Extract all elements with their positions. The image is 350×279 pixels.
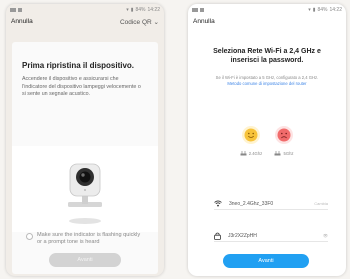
band-2-4ghz-label: 2.4Ghz (248, 151, 263, 156)
show-password-icon[interactable]: 👁 (323, 233, 328, 238)
notification-icon (192, 7, 198, 12)
smile-icon (242, 126, 260, 144)
notification-icon (10, 7, 16, 12)
status-system-icons: ▾ ▮ 84% 14:22 (308, 7, 342, 13)
confirm-indicator-row[interactable]: Make sure the indicator is flashing quic… (26, 232, 146, 246)
router-icon (274, 151, 281, 156)
battery-icon: ▮ (130, 6, 134, 13)
router-settings-link[interactable]: Metodo comune di impostazione del router (227, 81, 306, 86)
confirm-checkbox[interactable] (26, 233, 33, 240)
qr-code-mode-selector[interactable]: Codice QR ⌄ (120, 18, 159, 26)
qr-code-label: Codice QR (119, 18, 152, 26)
router-icon (240, 151, 247, 156)
battery-level: 84% (135, 6, 146, 13)
page-title: Seleziona Rete Wi-Fi a 2,4 GHz e inseris… (213, 48, 321, 64)
password-field[interactable]: J3r2X2ZpHH 👁 (214, 230, 328, 242)
confirm-checkbox-label: Make sure the indicator is flashing quic… (37, 232, 141, 245)
clock-time: 14:22 (147, 6, 160, 13)
wifi-signal-icon: ▾ (308, 6, 311, 13)
wifi-icon (214, 200, 222, 207)
band-5ghz-label: 5Ghz (283, 151, 294, 156)
band-2-4ghz: 2.4Ghz (236, 126, 266, 156)
cancel-button[interactable]: Annulla (11, 18, 33, 25)
wifi-setup-screen: ▾ ▮ 84% 14:22 Annulla Seleziona Rete Wi-… (188, 4, 346, 276)
band-5ghz: 5Ghz (269, 126, 299, 156)
band-label: 5Ghz (269, 151, 299, 156)
band-label: 2.4Ghz (236, 151, 266, 156)
reset-instructions: Accendere il dispositivo e assicurarsi c… (22, 76, 141, 97)
wifi-band-text: Se il Wi-Fi è impostato a 5 GHz, configu… (215, 75, 319, 80)
notification-icon (18, 7, 22, 12)
device-illustration (12, 146, 158, 232)
navigation-bar: Annulla (188, 15, 346, 28)
cancel-button[interactable]: Annulla (193, 18, 215, 25)
status-notification-icons (10, 7, 22, 12)
sad-icon (275, 126, 293, 144)
status-notification-icons (192, 7, 204, 12)
navigation-bar: Annulla Codice QR ⌄ (6, 15, 164, 28)
lock-icon (214, 232, 221, 240)
clock-time: 14:22 (329, 6, 342, 13)
battery-icon: ▮ (312, 6, 316, 13)
password-value: J3r2X2ZpHH (228, 232, 257, 239)
status-bar: ▾ ▮ 84% 14:22 (188, 4, 346, 15)
wifi-signal-icon: ▾ (126, 6, 129, 13)
change-wifi-button[interactable]: Cambia (314, 201, 328, 206)
status-system-icons: ▾ ▮ 84% 14:22 (126, 7, 160, 13)
instruction-card: Prima ripristina il dispositivo. Accende… (12, 42, 158, 274)
wifi-name-value: 3neo_2.4Ghz_33F0 (229, 200, 274, 207)
wifi-name-field[interactable]: 3neo_2.4Ghz_33F0 Cambia (214, 198, 328, 210)
status-bar: ▾ ▮ 84% 14:22 (6, 4, 164, 15)
page-title: Prima ripristina il dispositivo. (22, 61, 135, 70)
reset-device-screen: ▾ ▮ 84% 14:22 Annulla Codice QR ⌄ Prima … (6, 4, 164, 276)
wifi-band-note: Se il Wi-Fi è impostato a 5 GHz, configu… (210, 75, 324, 86)
camera-icon (68, 163, 102, 224)
next-button[interactable]: Avanti (223, 254, 309, 268)
next-button[interactable]: Avanti (49, 253, 121, 267)
battery-level: 84% (317, 6, 328, 13)
chevron-down-icon: ⌄ (153, 18, 159, 26)
notification-icon (200, 7, 204, 12)
